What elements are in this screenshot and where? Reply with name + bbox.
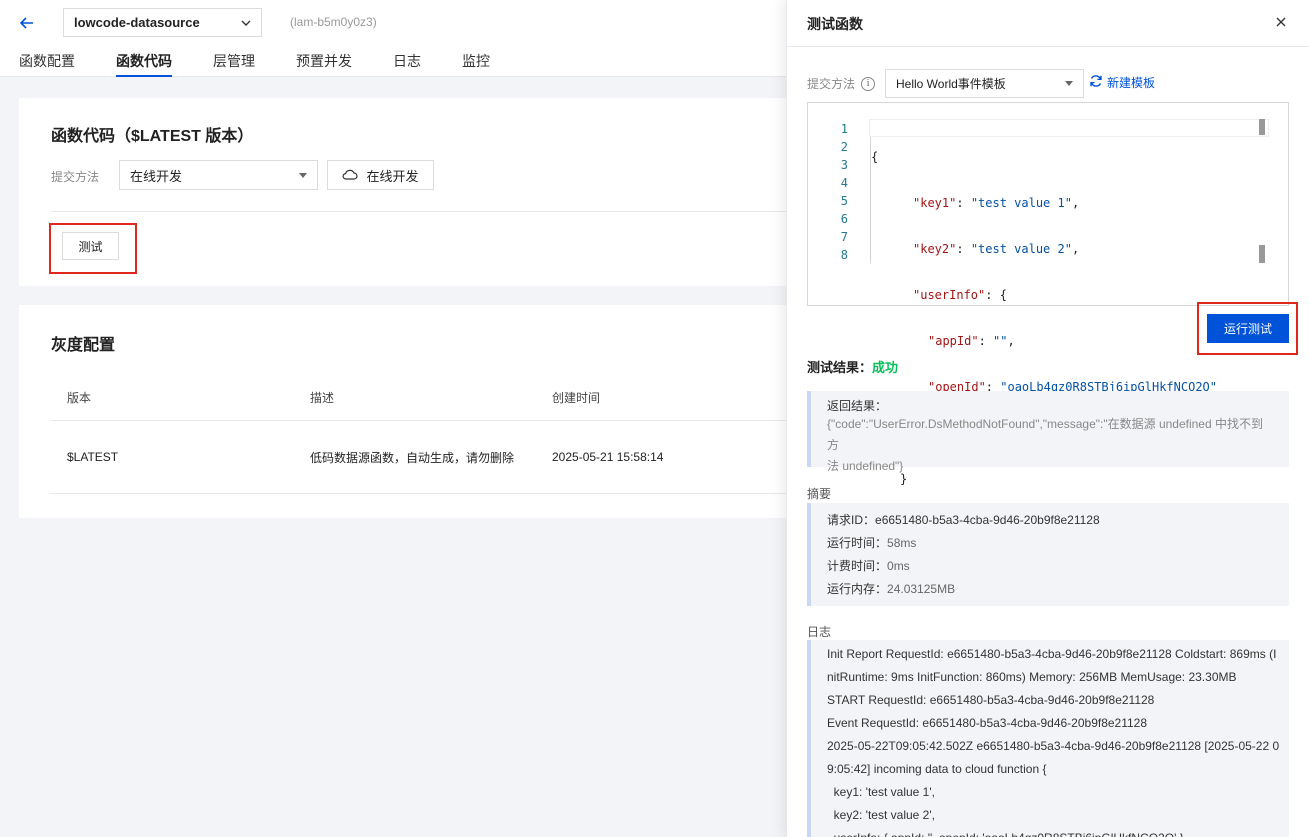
cell-created-time: 2025-05-21 15:58:14 <box>552 450 664 464</box>
cell-version: $LATEST <box>67 450 119 464</box>
line-number: 6 <box>840 212 848 226</box>
summary-item-memory: 运行内存：24.03125MB <box>827 582 956 596</box>
divider <box>787 46 1309 47</box>
return-result-label: 返回结果： <box>827 399 888 413</box>
gray-card-title: 灰度配置 <box>51 337 116 354</box>
submit-method-select[interactable]: 在线开发 <box>119 160 318 190</box>
drawer-submit-method: 提交方法 i <box>807 75 876 92</box>
code-line: "key1": "test value 1", <box>913 196 1080 210</box>
submit-method-value: 在线开发 <box>130 168 183 184</box>
info-icon[interactable]: i <box>861 76 876 91</box>
gray-config-card: 灰度配置 版本 描述 创建时间 $LATEST 低码数据源函数，自动生成，请勿删… <box>19 305 787 518</box>
tab-function-config[interactable]: 函数配置 <box>19 52 75 77</box>
online-dev-button[interactable]: 在线开发 <box>327 160 434 190</box>
log-line: key2: 'test value 2', <box>827 808 935 822</box>
line-number: 2 <box>840 140 848 154</box>
return-text-line: 法 undefined"} <box>827 459 904 473</box>
line-number: 4 <box>840 176 848 190</box>
online-dev-label: 在线开发 <box>366 168 419 184</box>
tab-provisioned-concurrency[interactable]: 预置并发 <box>296 52 352 77</box>
line-number-gutter: 1 2 3 4 5 6 7 8 <box>808 120 848 264</box>
line-number: 1 <box>840 122 848 136</box>
tab-bar: 函数配置 函数代码 层管理 预置并发 日志 监控 <box>19 52 531 77</box>
chevron-down-icon <box>241 20 251 26</box>
cloud-icon <box>342 168 359 183</box>
highlight-box <box>49 223 137 274</box>
result-status-badge: 成功 <box>872 360 899 375</box>
summary-item-run-time: 运行时间：58ms <box>827 536 917 550</box>
summary-label: 摘要 <box>807 487 832 501</box>
log-label: 日志 <box>807 625 832 639</box>
table-header: 版本 描述 创建时间 <box>50 375 787 421</box>
return-result-text: {"code":"UserError.DsMethodNotFound","me… <box>827 414 1273 477</box>
template-select[interactable]: Hello World事件模板 <box>885 69 1084 98</box>
test-result-heading: 测试结果：成功 <box>807 357 898 376</box>
line-number: 5 <box>840 194 848 208</box>
line-number: 8 <box>840 248 848 262</box>
log-line: Event RequestId: e6651480-b5a3-4cba-9d46… <box>827 716 1148 730</box>
tab-function-code[interactable]: 函数代码 <box>116 52 172 77</box>
log-line: key1: 'test value 1', <box>827 785 935 799</box>
caret-down-icon <box>299 172 307 178</box>
log-line: Init Report RequestId: e6651480-b5a3-4cb… <box>827 647 1277 661</box>
cell-description: 低码数据源函数，自动生成，请勿删除 <box>310 450 515 465</box>
column-header-version: 版本 <box>67 391 92 405</box>
line-number: 3 <box>840 158 848 172</box>
new-template-label: 新建模板 <box>1107 76 1156 90</box>
test-function-drawer: 测试函数 提交方法 i Hello World事件模板 新建模板 1 2 3 4… <box>786 0 1309 837</box>
log-line: START RequestId: e6651480-b5a3-4cba-9d46… <box>827 693 1155 707</box>
test-result-label: 测试结果： <box>807 360 873 375</box>
function-code-card: 函数代码（$LATEST 版本） 提交方法 在线开发 在线开发 测试 <box>19 98 787 286</box>
column-header-description: 描述 <box>310 391 335 405</box>
template-value: Hello World事件模板 <box>896 77 1006 91</box>
divider <box>51 211 787 212</box>
tab-layer-management[interactable]: 层管理 <box>213 52 255 77</box>
function-name: lowcode-datasource <box>74 15 200 30</box>
tab-monitoring[interactable]: 监控 <box>462 52 490 77</box>
function-id: (lam-b5m0y0z3) <box>290 15 377 29</box>
log-line: nitRuntime: 9ms InitFunction: 860ms) Mem… <box>827 670 1237 684</box>
table-row: $LATEST 低码数据源函数，自动生成，请勿删除 2025-05-21 15:… <box>50 421 787 494</box>
drawer-title: 测试函数 <box>807 16 863 32</box>
summary-item-request-id: 请求ID：e6651480-b5a3-4cba-9d46-20b9f8e2112… <box>827 513 1100 527</box>
log-line: 9:05:42] incoming data to cloud function… <box>827 762 1047 776</box>
submit-method-label: 提交方法 <box>51 170 100 184</box>
line-number: 7 <box>840 230 848 244</box>
log-block: Init Report RequestId: e6651480-b5a3-4cb… <box>807 640 1289 837</box>
event-json-editor[interactable]: 1 2 3 4 5 6 7 8 { "key1": "test value 1"… <box>807 102 1289 486</box>
return-text-line: {"code":"UserError.DsMethodNotFound","me… <box>827 417 1263 452</box>
code-line: { <box>871 150 879 164</box>
code-card-title: 函数代码（$LATEST 版本） <box>51 128 254 145</box>
return-result-block: 返回结果： {"code":"UserError.DsMethodNotFoun… <box>807 391 1289 473</box>
highlight-box <box>1197 302 1298 355</box>
summary-item-billed-time: 计费时间：0ms <box>827 559 910 573</box>
code-line: "key2": "test value 2", <box>913 242 1080 256</box>
log-line: userInfo: { appId: '', openId: 'oaoLb4qz… <box>827 827 1273 837</box>
tab-logs[interactable]: 日志 <box>393 52 421 77</box>
back-arrow-icon[interactable] <box>16 12 38 34</box>
log-line: 2025-05-22T09:05:42.502Z e6651480-b5a3-4… <box>827 739 1280 753</box>
new-template-link[interactable]: 新建模板 <box>1089 74 1155 91</box>
column-header-created-time: 创建时间 <box>552 391 601 405</box>
function-select[interactable]: lowcode-datasource <box>63 8 262 37</box>
summary-block: 请求ID：e6651480-b5a3-4cba-9d46-20b9f8e2112… <box>807 503 1289 606</box>
refresh-icon <box>1089 74 1103 91</box>
caret-down-icon <box>1065 81 1073 86</box>
close-icon[interactable] <box>1273 14 1289 30</box>
drawer-submit-label: 提交方法 <box>807 77 856 91</box>
